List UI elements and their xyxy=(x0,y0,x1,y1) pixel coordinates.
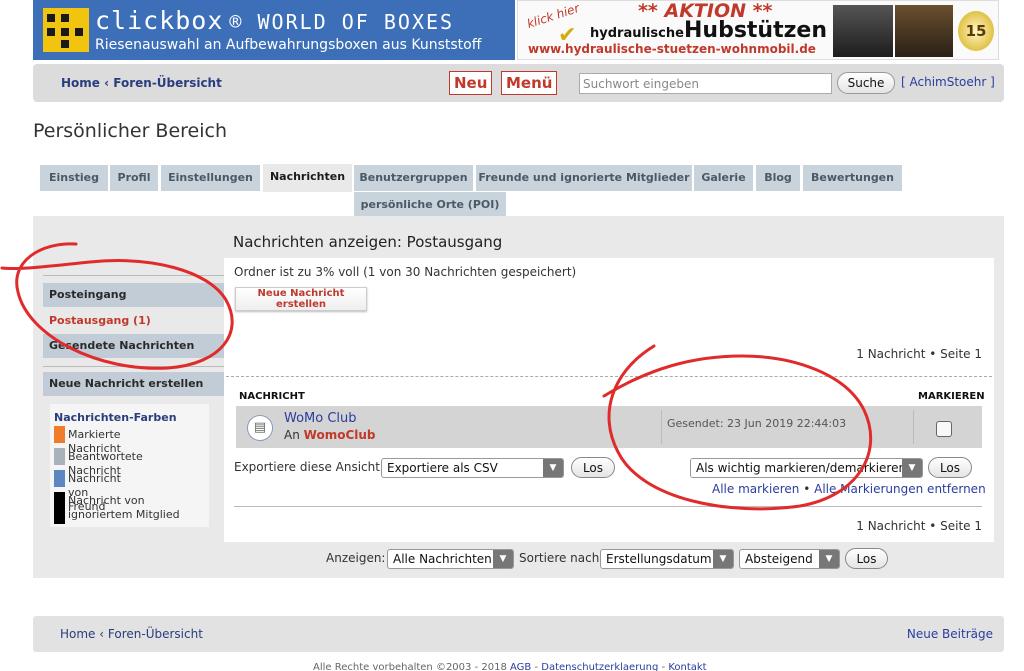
tab-einstellungen[interactable]: Einstellungen xyxy=(161,165,260,191)
new-button[interactable]: Neu xyxy=(449,71,493,95)
page-title: Persönlicher Bereich xyxy=(33,120,228,142)
message-color-legend: Nachrichten-Farben Markierte Nachricht B… xyxy=(50,404,209,527)
tab-einstieg[interactable]: Einstieg xyxy=(40,165,108,191)
tab-benutzergruppen[interactable]: Benutzergruppen xyxy=(354,165,473,191)
sidebar-item-posteingang[interactable]: Posteingang xyxy=(43,283,224,307)
footer-forum-overview-link[interactable]: Foren-Übersicht xyxy=(108,627,203,641)
message-subject-link[interactable]: WoMo Club xyxy=(284,411,357,426)
chevron-down-icon: ▼ xyxy=(713,550,733,568)
search-input[interactable] xyxy=(579,73,832,94)
footer-breadcrumb: Home ‹ Foren-Übersicht xyxy=(60,627,203,641)
menu-button[interactable]: Menü xyxy=(501,71,558,95)
footer-navbar: Home ‹ Foren-Übersicht Neue Beiträge xyxy=(33,616,1004,652)
tab-freunde-ignorierte[interactable]: Freunde und ignorierte Mitglieder xyxy=(476,165,692,191)
column-header-mark: MARKIEREN xyxy=(918,391,985,402)
breadcrumb-separator: ‹ xyxy=(99,627,105,641)
kontakt-link[interactable]: Kontakt xyxy=(668,662,706,671)
link-separator: • xyxy=(803,482,811,496)
sidebar-item-postausgang[interactable]: Postausgang (1) xyxy=(43,309,224,333)
mark-message-checkbox[interactable] xyxy=(936,421,952,437)
hydraulic-jack-image xyxy=(833,5,893,57)
message-recipient: An WomoClub xyxy=(284,428,376,442)
export-go-button[interactable]: Los xyxy=(571,457,615,478)
mark-action-select[interactable]: Als wichtig markieren/demarkieren ▼ xyxy=(690,458,923,478)
row-divider xyxy=(913,410,914,444)
mark-links: Alle markieren • Alle Markierungen entfe… xyxy=(712,482,986,496)
chevron-down-icon: ▼ xyxy=(543,459,563,477)
clickbox-logo-icon xyxy=(43,8,89,52)
chevron-down-icon: ▼ xyxy=(902,459,922,477)
new-message-button[interactable]: Neue Nachricht erstellen xyxy=(235,287,367,311)
export-format-select[interactable]: Exportiere als CSV ▼ xyxy=(381,458,564,478)
hydraulische-label: hydraulische xyxy=(590,26,684,41)
user-profile-link[interactable]: [ AchimStoehr ] xyxy=(901,75,995,89)
hubstuetzen-label: Hubstützen xyxy=(684,18,827,43)
new-posts-link[interactable]: Neue Beiträge xyxy=(907,627,993,641)
pagination-bottom: 1 Nachricht • Seite 1 xyxy=(856,519,982,533)
display-filter-select[interactable]: Alle Nachrichten ▼ xyxy=(387,549,514,569)
tab-nachrichten[interactable]: Nachrichten xyxy=(263,164,352,192)
legend-title: Nachrichten-Farben xyxy=(54,411,177,424)
dashed-divider xyxy=(226,376,992,377)
top-navbar: Home ‹ Foren-Übersicht Neu Menü Suche [ … xyxy=(33,64,1004,102)
content-divider xyxy=(234,506,982,507)
sidebar-item-compose[interactable]: Neue Nachricht erstellen xyxy=(43,372,224,396)
content-title: Nachrichten anzeigen: Postausgang xyxy=(233,233,503,251)
sort-go-button[interactable]: Los xyxy=(845,548,888,569)
chevron-down-icon: ▼ xyxy=(819,550,839,568)
breadcrumb: Home ‹ Foren-Übersicht xyxy=(61,76,222,90)
anniversary-badge: 15 xyxy=(958,11,994,51)
message-read-icon: ▤ xyxy=(247,415,273,441)
clickbox-banner-subtitle: Riesenauswahl an Aufbewahrungsboxen aus … xyxy=(95,37,482,53)
display-label: Anzeigen: xyxy=(326,551,386,565)
tab-blog[interactable]: Blog xyxy=(756,165,800,191)
sidebar-divider xyxy=(43,275,224,276)
legend-swatch-orange xyxy=(54,426,65,443)
mark-action-go-button[interactable]: Los xyxy=(928,457,972,478)
mark-all-link[interactable]: Alle markieren xyxy=(712,482,799,496)
breadcrumb-forum-overview-link[interactable]: Foren-Übersicht xyxy=(113,76,222,90)
sort-label: Sortiere nach xyxy=(519,551,600,565)
tab-persoenliche-orte[interactable]: persönliche Orte (POI) xyxy=(354,192,506,218)
datenschutz-link[interactable]: Datenschutzerklaerung xyxy=(541,662,658,671)
sidebar-divider xyxy=(43,366,224,367)
ad-url: www.hydraulische-stuetzen-wohnmobil.de xyxy=(528,42,816,56)
breadcrumb-separator: ‹ xyxy=(104,76,110,90)
chevron-down-icon: ▼ xyxy=(493,550,513,568)
footer-home-link[interactable]: Home xyxy=(60,627,95,641)
sort-order-select[interactable]: Absteigend ▼ xyxy=(739,549,840,569)
sidebar-item-gesendete[interactable]: Gesendete Nachrichten xyxy=(43,334,224,358)
message-row[interactable]: ▤ WoMo Club An WomoClub Gesendet: 23 Jun… xyxy=(236,406,982,448)
tab-galerie[interactable]: Galerie xyxy=(694,165,753,191)
tab-bewertungen[interactable]: Bewertungen xyxy=(803,165,902,191)
agb-link[interactable]: AGB xyxy=(510,662,531,671)
row-divider xyxy=(661,410,662,444)
legend-swatch-black xyxy=(54,492,65,524)
clickbox-banner-ad[interactable]: clickbox ® WORLD OF BOXES Riesenauswahl a… xyxy=(33,0,515,60)
sort-by-select[interactable]: Erstellungsdatum ▼ xyxy=(600,549,734,569)
unmark-all-link[interactable]: Alle Markierungen entfernen xyxy=(814,482,986,496)
export-label: Exportiere diese Ansicht: xyxy=(234,460,384,474)
hubstuetzen-banner-ad[interactable]: klick hier ✔ ** AKTION ** hydraulische H… xyxy=(517,0,999,60)
message-sent-date: Gesendet: 23 Jun 2019 22:44:03 xyxy=(667,417,847,430)
pagination-top: 1 Nachricht • Seite 1 xyxy=(856,347,982,361)
copyright-line: Alle Rechte vorbehalten ©2003 - 2018 AGB… xyxy=(313,662,707,671)
breadcrumb-home-link[interactable]: Home xyxy=(61,76,100,90)
column-header-message: NACHRICHT xyxy=(239,391,305,402)
legend-swatch-blue xyxy=(54,470,65,487)
control-panel-image xyxy=(895,5,953,57)
recipient-link[interactable]: WomoClub xyxy=(304,428,376,442)
search-button[interactable]: Suche xyxy=(837,72,895,94)
legend-swatch-grey xyxy=(54,448,65,465)
folder-status: Ordner ist zu 3% voll (1 von 30 Nachrich… xyxy=(234,265,577,279)
tab-profil[interactable]: Profil xyxy=(110,165,158,191)
clickbox-banner-title: clickbox ® WORLD OF BOXES xyxy=(95,6,455,35)
